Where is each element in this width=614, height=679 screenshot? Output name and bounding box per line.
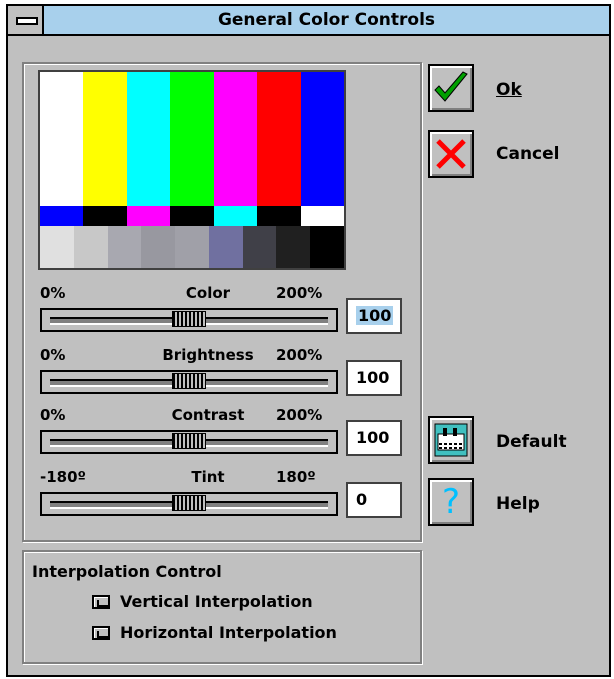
checkmark-icon	[434, 71, 468, 102]
gray-step-6	[242, 226, 277, 268]
help-button[interactable]: ?	[428, 478, 474, 526]
castellation-bar-6	[300, 206, 344, 226]
slider-min-label: 0%	[40, 284, 66, 302]
cancel-button[interactable]	[428, 130, 474, 178]
question-mark-icon: ?	[441, 482, 461, 522]
test-pattern-image	[38, 70, 346, 270]
slider-thumb[interactable]	[172, 495, 206, 511]
slider-min-label: 0%	[40, 406, 66, 424]
slider-min-label: -180º	[40, 468, 86, 486]
tint-value-field[interactable]: 0	[346, 482, 402, 518]
color-value-field[interactable]: 100	[346, 298, 402, 334]
system-menu-icon	[16, 17, 38, 25]
gray-step-2	[107, 226, 142, 268]
brightness-value-field[interactable]: 100	[346, 360, 402, 396]
vertical-interpolation-checkbox[interactable]	[92, 595, 110, 609]
gray-step-3	[141, 226, 176, 268]
slider-thumb[interactable]	[172, 373, 206, 389]
color-bar-6	[300, 72, 344, 206]
slider-thumb[interactable]	[172, 311, 206, 327]
color-bar-0	[40, 72, 84, 206]
interpolation-group-title: Interpolation Control	[32, 562, 222, 581]
color-bar-3	[170, 72, 214, 206]
value-selection: 100	[356, 306, 394, 325]
color-bar-1	[83, 72, 127, 206]
slider-max-label: 180º	[276, 468, 316, 486]
ok-label[interactable]: Ok	[496, 80, 522, 100]
slider-max-label: 200%	[276, 406, 323, 424]
slider-min-label: 0%	[40, 346, 66, 364]
color-bar-4	[213, 72, 258, 206]
slider-max-label: 200%	[276, 284, 323, 302]
contrast-slider[interactable]	[40, 430, 338, 454]
vertical-interpolation-label[interactable]: Vertical Interpolation	[120, 592, 313, 611]
gray-step-5	[208, 226, 243, 268]
tint-slider[interactable]	[40, 492, 338, 516]
castellation-bar-1	[83, 206, 127, 226]
help-label[interactable]: Help	[496, 494, 540, 514]
contrast-value-field[interactable]: 100	[346, 420, 402, 456]
horizontal-interpolation-label[interactable]: Horizontal Interpolation	[120, 623, 337, 642]
slider-title-label: Contrast	[171, 406, 245, 424]
cancel-label[interactable]: Cancel	[496, 144, 559, 164]
castellation-bar-3	[170, 206, 214, 226]
window-title: General Color Controls	[217, 10, 436, 30]
default-button[interactable]	[428, 416, 474, 464]
factory-defaults-icon	[434, 423, 468, 457]
color-slider[interactable]	[40, 308, 338, 332]
default-label[interactable]: Default	[496, 432, 567, 452]
slider-max-label: 200%	[276, 346, 323, 364]
castellation-bar-0	[40, 206, 84, 226]
slider-thumb[interactable]	[172, 433, 206, 449]
slider-title-label: Brightness	[162, 346, 254, 364]
gray-step-0	[40, 226, 74, 268]
close-x-icon	[436, 139, 466, 169]
gray-step-7	[276, 226, 311, 268]
horizontal-interpolation-checkbox[interactable]	[92, 626, 110, 640]
castellation-bar-2	[126, 206, 171, 226]
castellation-bar-4	[213, 206, 258, 226]
slider-title-label: Tint	[191, 468, 225, 486]
brightness-slider[interactable]	[40, 370, 338, 394]
dialog-window: General Color Controls 0% Color 200% 100 0% B…	[6, 4, 611, 677]
system-menu-button[interactable]	[8, 6, 44, 34]
slider-title-label: Color	[185, 284, 231, 302]
castellation-bar-5	[257, 206, 301, 226]
gray-step-1	[73, 226, 108, 268]
gray-step-8	[310, 226, 344, 268]
ok-button[interactable]	[428, 64, 474, 112]
color-bar-2	[126, 72, 171, 206]
title-bar: General Color Controls	[8, 6, 609, 36]
color-bar-5	[257, 72, 301, 206]
gray-step-4	[175, 226, 209, 268]
